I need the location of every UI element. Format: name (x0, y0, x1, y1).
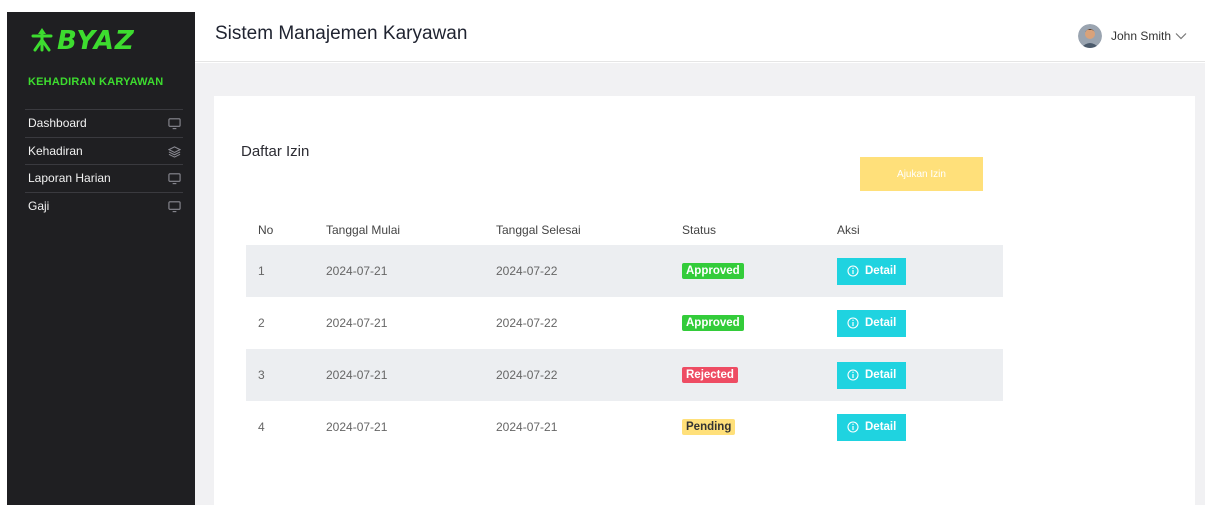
cell-tanggal-mulai: 2024-07-21 (326, 316, 388, 330)
sidebar-item-kehadiran[interactable]: Kehadiran (25, 136, 183, 165)
info-icon (847, 421, 859, 433)
sidebar-item-label: Laporan Harian (28, 171, 111, 186)
detail-button[interactable]: Detail (837, 361, 907, 389)
app: BYAZ KEHADIRAN KARYAWAN Dashboard Kehadi… (0, 0, 1205, 505)
cell-tanggal-mulai: 2024-07-21 (326, 368, 388, 382)
cell-no: 3 (258, 368, 265, 382)
page-title: Sistem Manajemen Karyawan (215, 23, 468, 44)
detail-button[interactable]: Detail (837, 257, 907, 285)
table-row: 2 2024-07-21 2024-07-22 Approved Detail (246, 297, 1003, 349)
table-header: No Tanggal Mulai Tanggal Selesai Status … (246, 214, 1003, 245)
cell-status: Pending (682, 419, 837, 435)
col-header-status: Status (682, 222, 717, 237)
chevron-down-icon (1175, 33, 1187, 40)
cell-aksi: Detail (837, 257, 1003, 285)
status-badge: Pending (682, 419, 736, 435)
cell-no: 1 (258, 264, 265, 278)
sidebar-item-laporan-harian[interactable]: Laporan Harian (25, 164, 183, 192)
cell-aksi: Detail (837, 361, 1003, 389)
logo-mark-icon (31, 28, 53, 52)
detail-label: Detail (865, 317, 897, 329)
sidebar-item-label: Dashboard (28, 116, 87, 131)
user-name: John Smith (1110, 29, 1171, 43)
cell-tanggal-mulai: 2024-07-21 (326, 264, 388, 278)
card-title: Daftar Izin (241, 143, 310, 160)
top-header: Sistem Manajemen Karyawan John Smith (195, 12, 1205, 62)
sidebar-item-dashboard[interactable]: Dashboard (25, 109, 183, 137)
info-icon (847, 265, 859, 277)
cell-tanggal-mulai: 2024-07-21 (326, 420, 388, 434)
cell-no: 4 (258, 420, 265, 434)
sidebar-nav: Dashboard Kehadiran Laporan Harian Gaji (25, 109, 183, 219)
table-row: 4 2024-07-21 2024-07-21 Pending Detail (246, 401, 1003, 453)
logo-text: BYAZ (57, 26, 135, 56)
col-header-tanggal-mulai: Tanggal Mulai (326, 222, 401, 237)
user-avatar-icon (1077, 24, 1102, 48)
avatar (1077, 24, 1102, 48)
info-icon (847, 317, 859, 329)
cell-tanggal-selesai: 2024-07-21 (496, 420, 558, 434)
cell-status: Approved (682, 263, 837, 279)
sidebar-item-gaji[interactable]: Gaji (25, 191, 183, 220)
sidebar: BYAZ KEHADIRAN KARYAWAN Dashboard Kehadi… (7, 12, 195, 505)
sidebar-section-title: KEHADIRAN KARYAWAN (28, 76, 164, 88)
layers-icon (168, 145, 181, 158)
izin-table: No Tanggal Mulai Tanggal Selesai Status … (246, 214, 1003, 453)
detail-button[interactable]: Detail (837, 413, 907, 441)
cell-tanggal-selesai: 2024-07-22 (496, 264, 558, 278)
table-row: 3 2024-07-21 2024-07-22 Rejected Detail (246, 349, 1003, 401)
status-badge: Approved (682, 263, 744, 279)
cell-status: Approved (682, 315, 837, 331)
cell-aksi: Detail (837, 309, 1003, 337)
cell-no: 2 (258, 316, 265, 330)
col-header-tanggal-selesai: Tanggal Selesai (496, 222, 581, 237)
status-badge: Approved (682, 315, 744, 331)
sidebar-item-label: Kehadiran (28, 143, 83, 158)
izin-card: Daftar Izin Ajukan Izin No Tanggal Mulai… (214, 96, 1195, 505)
status-badge: Rejected (682, 367, 738, 383)
ajukan-izin-button[interactable]: Ajukan Izin (860, 157, 983, 191)
detail-button[interactable]: Detail (837, 309, 907, 337)
cell-aksi: Detail (837, 413, 1003, 441)
monitor-icon (168, 200, 181, 212)
sidebar-item-label: Gaji (28, 198, 50, 213)
monitor-icon (168, 118, 181, 130)
detail-label: Detail (865, 265, 897, 277)
detail-label: Detail (865, 421, 897, 433)
monitor-icon (168, 173, 181, 185)
info-icon (847, 369, 859, 381)
main-content: Daftar Izin Ajukan Izin No Tanggal Mulai… (195, 63, 1205, 505)
cell-tanggal-selesai: 2024-07-22 (496, 368, 558, 382)
col-header-no: No (258, 222, 274, 237)
user-menu[interactable]: John Smith (1077, 24, 1187, 48)
col-header-aksi: Aksi (837, 222, 860, 237)
cell-tanggal-selesai: 2024-07-22 (496, 316, 558, 330)
detail-label: Detail (865, 369, 897, 381)
cell-status: Rejected (682, 367, 837, 383)
table-row: 1 2024-07-21 2024-07-22 Approved Detail (246, 245, 1003, 297)
logo[interactable]: BYAZ (29, 26, 135, 56)
